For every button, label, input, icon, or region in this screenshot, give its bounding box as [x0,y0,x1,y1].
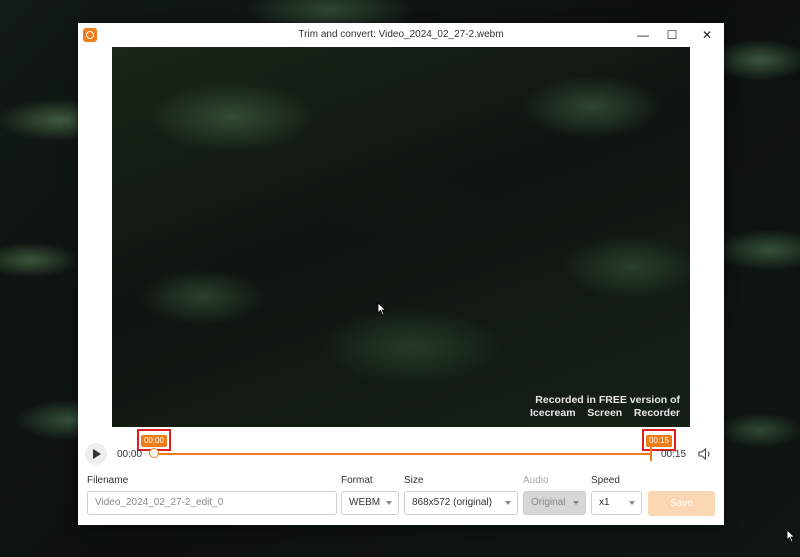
audio-value: Original [531,497,566,508]
trim-end-handle[interactable] [650,447,652,461]
timeline: 00:00 00:15 00:00 00:15 [78,427,724,473]
audio-select[interactable]: Original [523,491,586,515]
close-button[interactable]: ✕ [696,25,718,45]
watermark-word: Recorder [633,407,680,419]
size-value: 868x572 (original) [412,497,493,508]
timeline-track[interactable] [153,453,651,455]
chevron-down-icon [629,501,635,505]
current-time: 00:00 [117,449,143,460]
trim-end-marker[interactable]: 00:15 [646,435,672,447]
watermark: Recorded in FREE version of Icecream Scr… [530,394,680,420]
chevron-down-icon [505,501,511,505]
volume-icon[interactable] [697,446,713,462]
maximize-button[interactable]: ☐ [661,25,683,45]
trim-convert-window: Trim and convert: Video_2024_02_27-2.web… [78,23,724,525]
chevron-down-icon [386,501,392,505]
mouse-cursor-icon [786,529,796,543]
mouse-cursor-icon [377,302,387,316]
trim-start-handle[interactable] [149,448,159,458]
minimize-button[interactable]: — [632,25,654,45]
total-time: 00:15 [661,449,687,460]
title-bar: Trim and convert: Video_2024_02_27-2.web… [78,23,724,47]
filename-input[interactable] [95,497,336,508]
format-select[interactable]: WEBM [341,491,399,515]
watermark-word: Screen [587,407,623,419]
format-label: Format [341,475,373,486]
speed-label: Speed [591,475,620,486]
speed-select[interactable]: x1 [591,491,642,515]
size-label: Size [404,475,424,486]
format-value: WEBM [349,497,381,508]
watermark-word: Icecream [530,407,576,419]
watermark-line2: Icecream Screen Recorder [530,407,680,420]
window-title: Trim and convert: Video_2024_02_27-2.web… [298,29,504,40]
speed-value: x1 [599,497,610,508]
watermark-line1: Recorded in FREE version of [535,394,680,406]
size-select[interactable]: 868x572 (original) [404,491,518,515]
chevron-down-icon [573,501,579,505]
video-preview[interactable]: Recorded in FREE version of Icecream Scr… [112,47,690,427]
trim-start-marker[interactable]: 00:00 [141,435,167,447]
filename-field[interactable] [87,491,337,515]
play-button[interactable] [85,443,107,465]
save-button[interactable]: Save [648,491,715,516]
filename-label: Filename [87,475,129,486]
audio-label: Audio [523,475,549,486]
